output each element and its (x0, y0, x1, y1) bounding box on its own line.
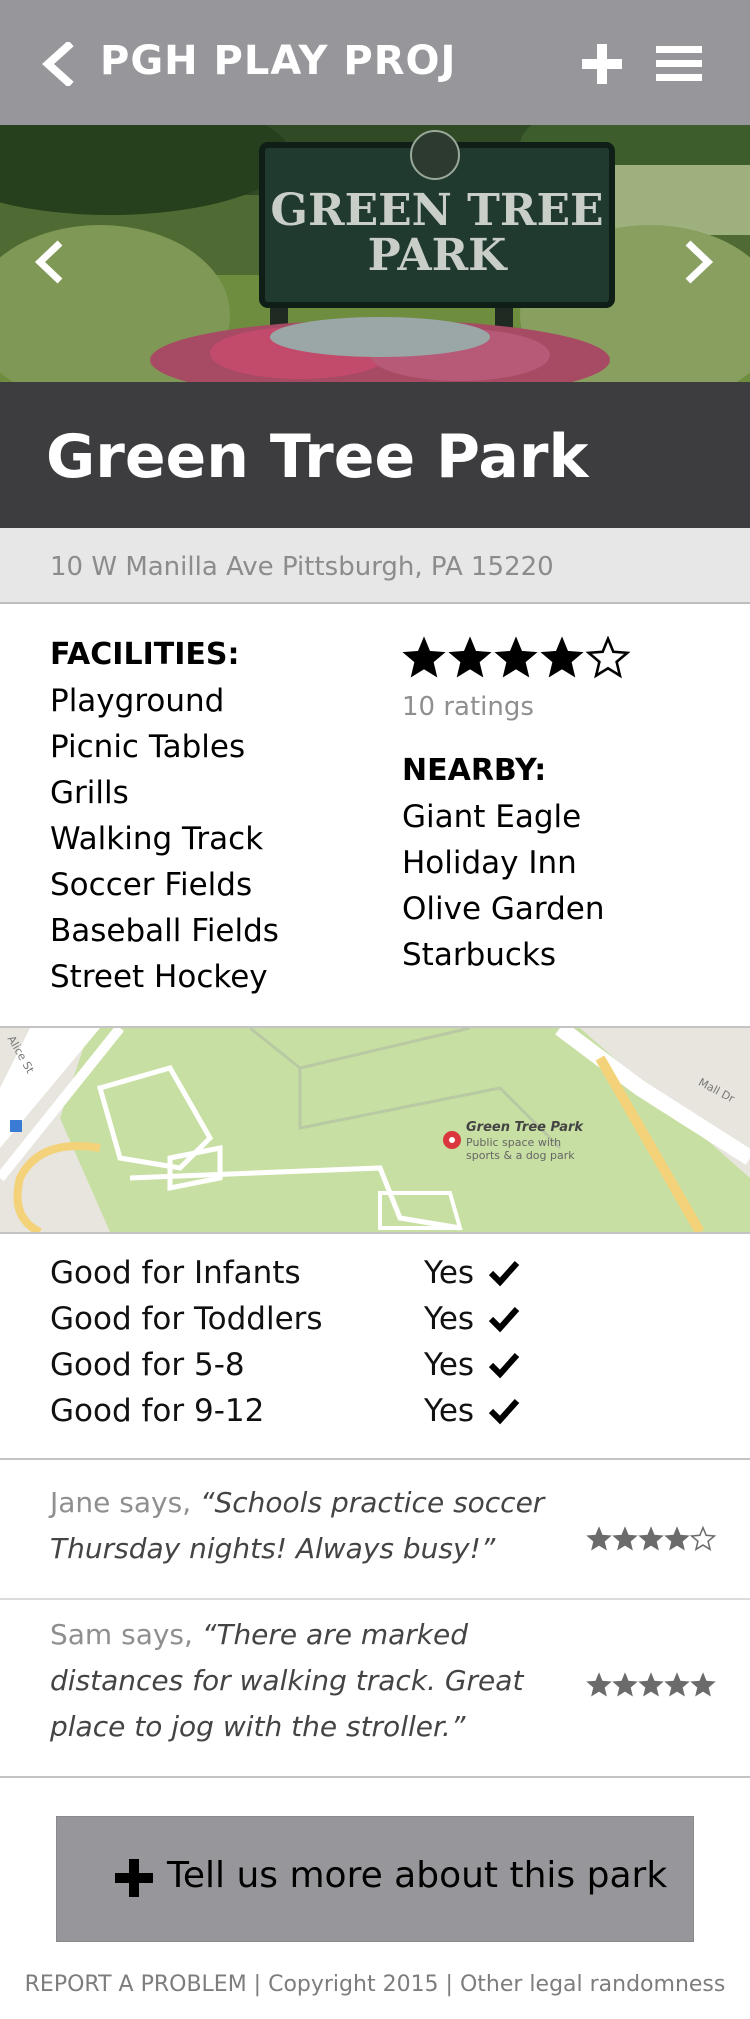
star-empty-icon (690, 1526, 716, 1552)
report-problem-link[interactable]: REPORT A PROBLEM (25, 1972, 247, 1997)
facility-item: Baseball Fields (50, 913, 279, 949)
carousel-prev-icon[interactable] (30, 237, 70, 287)
add-park-info-button[interactable]: Tell us more about this park (56, 1816, 694, 1942)
facility-item: Soccer Fields (50, 867, 253, 903)
legal-link[interactable]: Other legal randomness (460, 1972, 725, 1997)
rating-and-nearby: 10 ratings NEARBY: Giant Eagle Holiday I… (402, 636, 630, 978)
map-place-name: Green Tree Park (466, 1120, 584, 1135)
checkmark-icon (488, 1260, 520, 1287)
star-filled-icon (586, 1672, 612, 1697)
age-row: Good for 5-8 Yes (50, 1342, 700, 1388)
reviewer-name: Jane says, (50, 1486, 192, 1519)
nearby-item: Olive Garden (402, 891, 605, 927)
age-label: Good for Infants (50, 1255, 301, 1291)
chevron-left-icon[interactable] (40, 42, 76, 86)
star-filled-icon (638, 1672, 664, 1697)
star-filled-icon (612, 1526, 638, 1551)
age-row: Good for Toddlers Yes (50, 1296, 700, 1342)
nearby-heading: NEARBY: (402, 753, 547, 788)
map-graphic (0, 1028, 750, 1232)
age-row: Good for 9-12 Yes (50, 1388, 700, 1434)
review-star-rating (586, 1526, 716, 1552)
rating-count: 10 ratings (402, 692, 534, 722)
facility-item: Street Hockey (50, 959, 268, 995)
park-name: Green Tree Park (46, 422, 589, 492)
star-filled-icon (612, 1672, 638, 1697)
review-text: Sam says, “There are marked distances fo… (50, 1612, 590, 1750)
review-star-rating (586, 1672, 716, 1698)
address-band: 10 W Manilla Ave Pittsburgh, PA 15220 (0, 528, 750, 604)
add-park-info-label: Tell us more about this park (167, 1855, 668, 1896)
review-item: Sam says, “There are marked distances fo… (0, 1598, 750, 1776)
facilities-list: FACILITIES: Playground Picnic Tables Gri… (50, 632, 279, 1000)
park-sign-photo: GREEN TREE PARK (0, 125, 750, 382)
top-app-bar: PGH PLAY PROJ (0, 0, 750, 125)
park-photo-carousel[interactable]: GREEN TREE PARK (0, 125, 750, 382)
star-filled-icon (638, 1526, 664, 1551)
copyright-text: Copyright 2015 (268, 1972, 439, 1997)
star-filled-icon (664, 1672, 690, 1697)
age-row: Good for Infants Yes (50, 1250, 700, 1296)
hamburger-menu-icon[interactable] (656, 46, 702, 82)
nearby-item: Starbucks (402, 937, 557, 973)
nearby-item: Giant Eagle (402, 799, 582, 835)
age-value: Yes (424, 1347, 475, 1383)
star-filled-icon (448, 636, 492, 678)
footer: REPORT A PROBLEM | Copyright 2015 | Othe… (0, 1972, 750, 1997)
review-item: Jane says, “Schools practice soccer Thur… (0, 1476, 750, 1598)
star-filled-icon (494, 636, 538, 678)
age-suitability-list: Good for Infants Yes Good for Toddlers Y… (0, 1234, 750, 1458)
review-text: Jane says, “Schools practice soccer Thur… (50, 1480, 590, 1572)
divider (0, 1776, 750, 1778)
park-map[interactable]: Green Tree Park Public space with sports… (0, 1028, 750, 1232)
sign-line-1: GREEN TREE (270, 185, 603, 236)
star-filled-icon (690, 1672, 716, 1697)
age-value: Yes (424, 1255, 475, 1291)
age-value: Yes (424, 1393, 475, 1429)
age-value: Yes (424, 1301, 475, 1337)
facility-item: Picnic Tables (50, 729, 246, 765)
checkmark-icon (488, 1398, 520, 1425)
app-title: PGH PLAY PROJ (100, 38, 457, 84)
footer-separator: | (438, 1972, 460, 1997)
age-label: Good for Toddlers (50, 1301, 323, 1337)
sign-line-2: PARK (368, 230, 509, 281)
age-label: Good for 5-8 (50, 1347, 245, 1383)
star-filled-icon (664, 1526, 690, 1551)
facility-item: Playground (50, 683, 225, 719)
overall-star-rating[interactable] (402, 636, 630, 684)
star-filled-icon (402, 636, 446, 678)
star-empty-icon (586, 636, 630, 679)
park-address[interactable]: 10 W Manilla Ave Pittsburgh, PA 15220 (50, 552, 554, 582)
facilities-heading: FACILITIES: (50, 637, 240, 672)
map-place-description: Public space with sports & a dog park (466, 1136, 575, 1162)
park-info-section: FACILITIES: Playground Picnic Tables Gri… (0, 606, 750, 1026)
age-label: Good for 9-12 (50, 1393, 265, 1429)
star-filled-icon (586, 1526, 612, 1551)
star-filled-icon (540, 636, 584, 678)
park-title-band: Green Tree Park (0, 382, 750, 528)
plus-icon[interactable] (582, 44, 622, 84)
checkmark-icon (488, 1306, 520, 1333)
plus-icon (115, 1859, 153, 1897)
divider (0, 1458, 750, 1460)
checkmark-icon (488, 1352, 520, 1379)
footer-separator: | (246, 1972, 269, 1997)
reviewer-name: Sam says, (50, 1618, 193, 1651)
facility-item: Walking Track (50, 821, 264, 857)
facility-item: Grills (50, 775, 129, 811)
nearby-item: Holiday Inn (402, 845, 577, 881)
carousel-next-icon[interactable] (678, 237, 718, 287)
